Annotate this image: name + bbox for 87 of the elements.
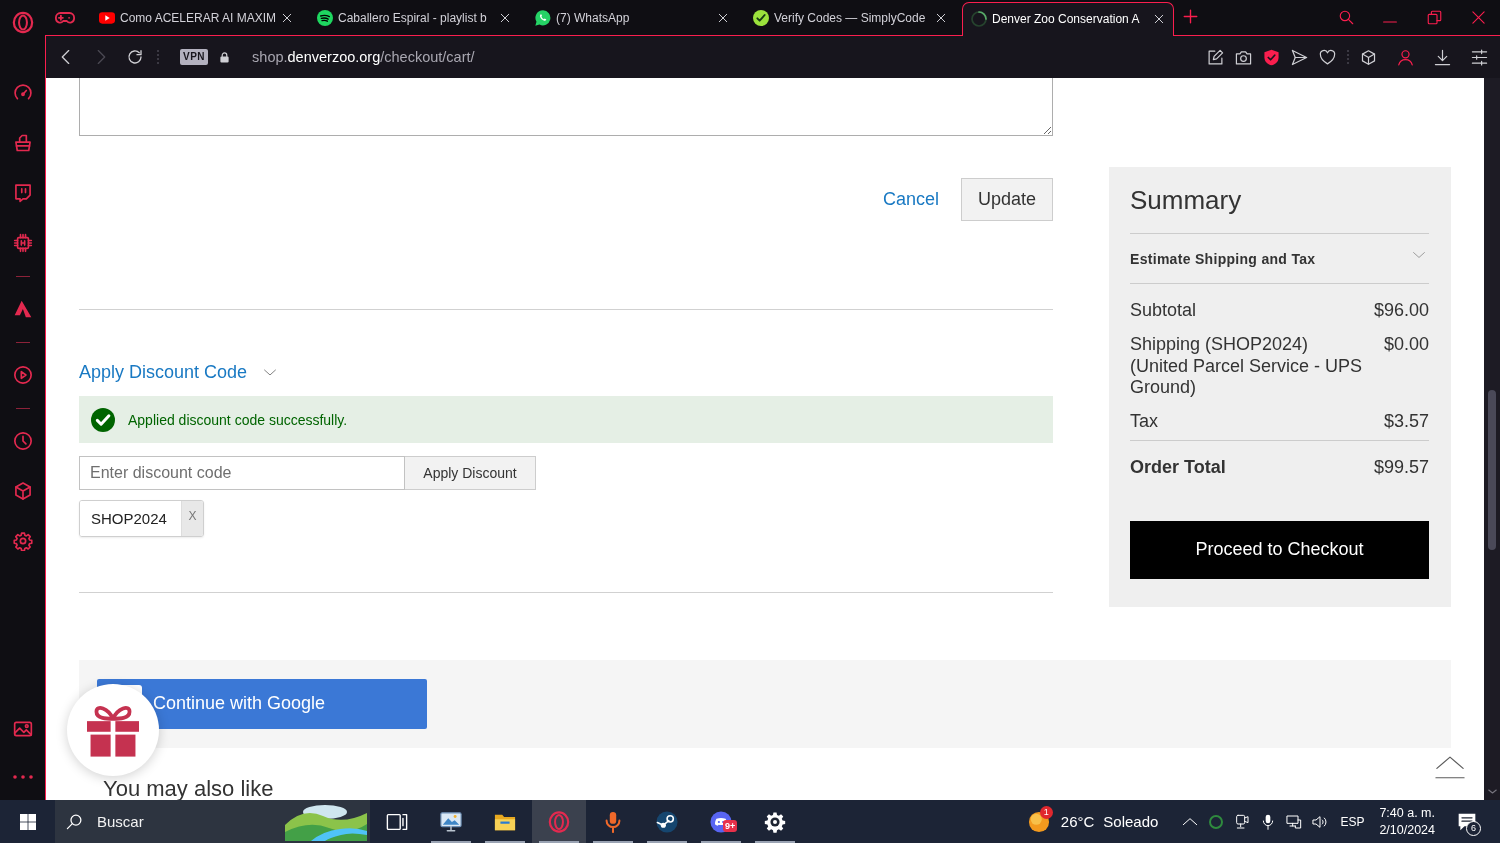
summary-title: Summary [1130,185,1243,216]
chevron-down-icon[interactable] [264,368,277,376]
temperature[interactable]: 26°C [1060,813,1095,830]
chip-icon[interactable] [12,233,33,253]
webcam-icon[interactable] [1234,813,1251,830]
discount-toggle-link[interactable]: Apply Discount Code [79,361,248,383]
ring-icon[interactable] [1208,813,1225,830]
summary-value: $3.57 [1383,411,1429,433]
reload-icon[interactable] [127,49,143,65]
speaker-icon[interactable] [1312,813,1329,830]
summary-label: Subtotal [1130,300,1197,322]
back-icon[interactable] [61,49,70,65]
summary-label: Tax [1130,411,1158,433]
peak-icon[interactable] [12,299,33,319]
language-indicator[interactable]: ESP [1340,814,1365,829]
search-icon [66,813,83,830]
back-to-top-icon[interactable] [1435,754,1465,779]
clock-icon[interactable] [12,431,33,451]
notification-badge: 9+ [723,820,738,832]
notification-badge: 1 [1039,805,1053,819]
section-heading: You may also like [102,776,274,800]
chat-bubble-icon[interactable] [12,183,33,203]
phone-bubble-logo-icon [535,10,551,26]
camera-icon[interactable] [1235,48,1252,66]
address-field[interactable]: shop.denverzoo.org/checkout/cart/ [252,49,475,65]
taskbar-app-button[interactable]: 9+ [694,800,748,843]
apply-discount-button[interactable]: Apply Discount [405,456,536,490]
summary-value: $0.00 [1383,334,1429,356]
weather-condition[interactable]: Soleado [1103,813,1159,830]
loading-ring-icon [971,10,987,27]
sliders-icon[interactable] [1471,48,1488,66]
estimate-shipping-toggle[interactable]: Estimate Shipping and Tax [1130,234,1429,284]
cancel-link[interactable]: Cancel [882,189,939,210]
gamepad-icon[interactable] [55,11,75,24]
clock-time[interactable]: 7:40 a. m. [1379,804,1435,822]
ring-logo-icon [548,811,570,833]
message-text: Applied discount code successfully. [128,411,348,428]
shield-icon[interactable] [1263,48,1280,66]
shipping-method: (United Parcel Service - UPS Ground) [1130,355,1364,399]
order-total-value: $99.57 [1373,455,1429,478]
heart-icon[interactable] [1319,48,1336,66]
person-icon[interactable] [1397,48,1414,66]
scrollbar[interactable] [1484,78,1500,800]
search-icon[interactable] [1338,10,1354,25]
vpn-badge[interactable]: VPN [180,49,209,65]
browser-tab[interactable]: (7) WhatsApp [526,2,738,35]
bag-icon[interactable] [12,133,33,153]
play-circle-icon[interactable] [12,365,33,385]
restore-icon[interactable] [1426,10,1442,25]
discount-code-field[interactable]: Enter discount code [79,456,405,490]
taskbar-search-field[interactable]: Buscar [55,800,370,843]
cube-icon[interactable] [1360,48,1377,66]
cog-icon [764,811,786,833]
disc-logo-icon [656,811,678,833]
browser-tab[interactable]: Como ACELERAR AI MAXIM [90,2,302,35]
sound-waves-logo-icon [317,10,333,26]
gift-icon [87,703,139,757]
check-logo-icon [753,10,769,26]
picture-monitor-icon [440,811,462,833]
task-view-icon [386,811,408,833]
chevron-down-icon [1413,251,1425,258]
ring-logo-icon[interactable] [11,10,34,34]
network-icon[interactable] [1286,813,1303,830]
more-icon[interactable] [12,775,33,779]
summary-value: $96.00 [1373,300,1429,322]
shipping-label: Shipping (SHOP2024) [1130,334,1310,356]
plus-icon[interactable] [1183,9,1198,24]
pen-square-icon[interactable] [1207,48,1224,66]
check-circle-icon [91,407,115,432]
play-logo-icon [99,10,115,26]
browser-tab[interactable]: Denver Zoo Conservation A [962,2,1174,36]
image-icon[interactable] [12,719,33,739]
download-icon[interactable] [1434,48,1451,66]
send-icon[interactable] [1291,48,1308,66]
windows-logo-icon[interactable] [19,813,36,830]
settings-icon[interactable] [12,531,33,551]
lock-icon [219,50,231,64]
clock-date[interactable]: 2/10/2024 [1379,821,1435,839]
coupon-code: SHOP2024 [80,501,181,536]
proceed-to-checkout-button[interactable]: Proceed to Checkout [1130,520,1429,579]
scrollbar-thumb[interactable] [1488,390,1496,550]
update-button[interactable]: Update [961,178,1053,221]
order-total-label: Order Total [1130,455,1226,478]
browser-tab[interactable]: Caballero Espiral - playlist b [308,2,520,35]
browser-tab[interactable]: Verify Codes — SimplyCode [744,2,956,35]
remove-code-button[interactable]: X [180,501,203,536]
comment-field[interactable] [79,78,1053,136]
